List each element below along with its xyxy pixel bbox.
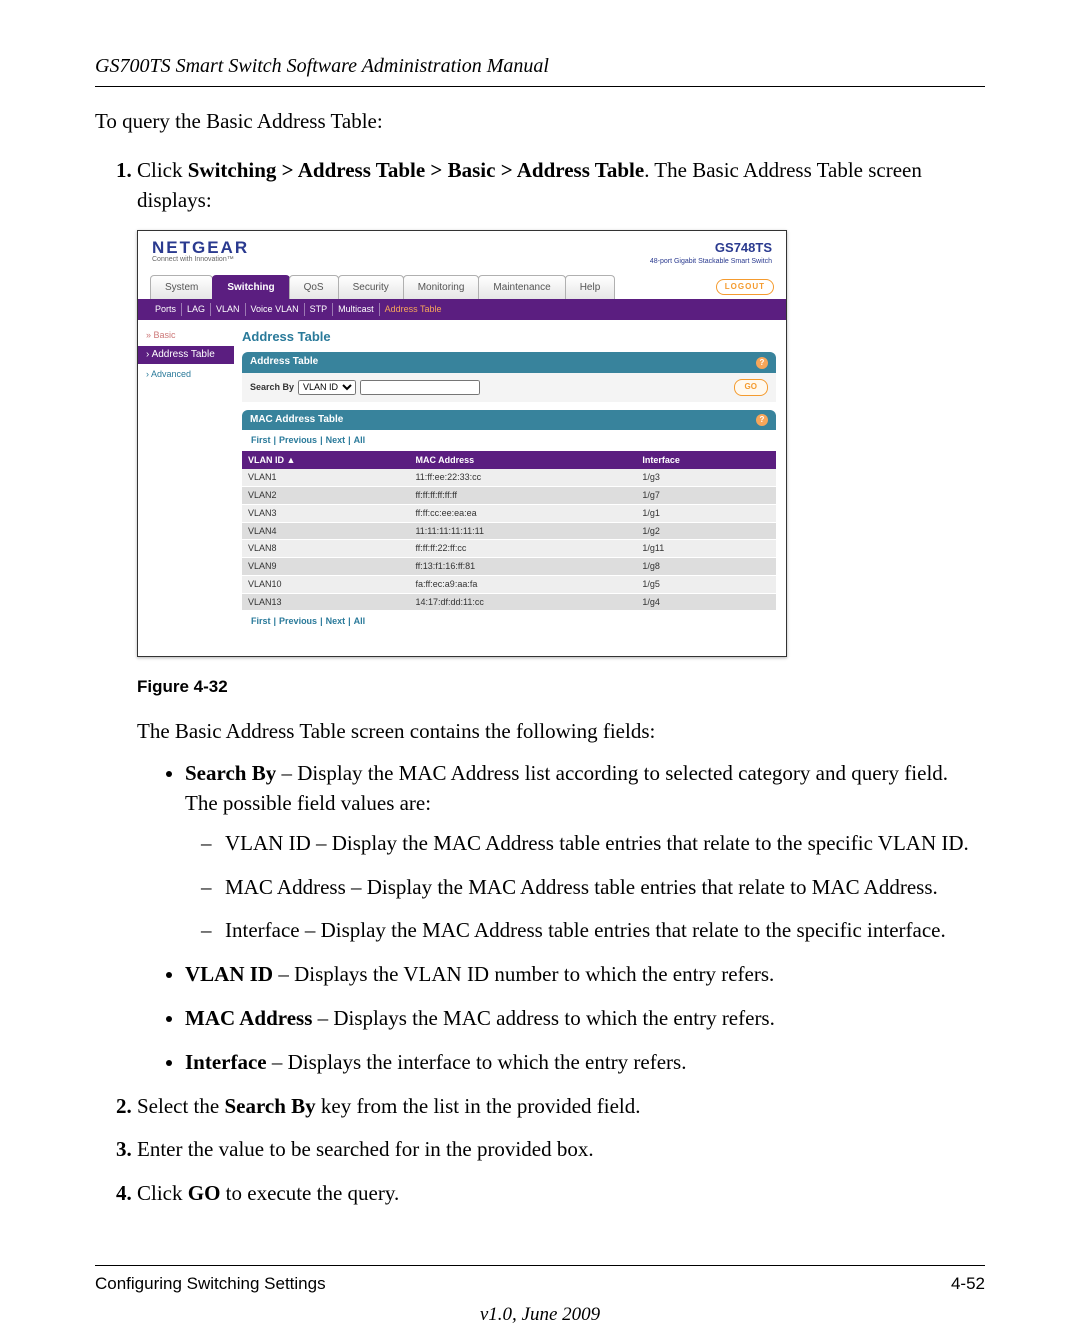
pager-all[interactable]: All [351, 616, 369, 626]
pager-next[interactable]: Next [323, 435, 349, 445]
pager-all[interactable]: All [351, 435, 369, 445]
screenshot-figure: NETGEAR Connect with Innovation™ GS748TS… [137, 230, 787, 658]
field-search-by: Search By – Display the MAC Address list… [185, 759, 975, 946]
sidebar-address-table[interactable]: Address Table [138, 346, 234, 364]
sub-mac-address: MAC Address – Display the MAC Address ta… [225, 873, 975, 903]
sidebar-basic[interactable]: » Basic [138, 326, 234, 345]
search-panel-header: Address Table [250, 355, 318, 369]
intro-text: To query the Basic Address Table: [95, 109, 985, 134]
help-icon[interactable]: ? [756, 357, 768, 369]
subnav-voice-vlan[interactable]: Voice VLAN [246, 303, 305, 316]
post-figure-text: The Basic Address Table screen contains … [137, 717, 975, 747]
brand-logo: NETGEAR Connect with Innovation™ [152, 239, 249, 263]
table-row: VLAN411:11:11:11:11:111/g2 [242, 522, 776, 540]
sub-interface: Interface – Display the MAC Address tabl… [225, 916, 975, 946]
tab-switching[interactable]: Switching [212, 275, 289, 299]
col-mac-address[interactable]: MAC Address [409, 451, 636, 470]
mac-address-table: VLAN ID ▲ MAC Address Interface VLAN111:… [242, 451, 776, 612]
table-row: VLAN111:ff:ee:22:33:cc1/g3 [242, 469, 776, 486]
sub-nav: Ports LAG VLAN Voice VLAN STP Multicast … [138, 299, 786, 320]
go-button[interactable]: GO [734, 379, 768, 396]
footer-version: v1.0, June 2009 [95, 1304, 985, 1326]
footer-rule [95, 1265, 985, 1266]
tab-maintenance[interactable]: Maintenance [478, 275, 565, 299]
subnav-vlan[interactable]: VLAN [211, 303, 246, 316]
subnav-multicast[interactable]: Multicast [333, 303, 380, 316]
mac-panel-header: MAC Address Table [250, 413, 343, 427]
field-mac-address: MAC Address – Displays the MAC address t… [185, 1004, 975, 1034]
panel-title: Address Table [242, 328, 776, 346]
pager-first[interactable]: First [248, 435, 274, 445]
field-vlan-id: VLAN ID – Displays the VLAN ID number to… [185, 960, 975, 990]
sidebar: » Basic Address Table Advanced [138, 320, 234, 656]
table-row: VLAN9ff:13:f1:16:ff:811/g8 [242, 558, 776, 576]
tab-monitoring[interactable]: Monitoring [403, 275, 480, 299]
step-4: Click GO to execute the query. [137, 1179, 975, 1209]
subnav-ports[interactable]: Ports [150, 303, 182, 316]
header-rule [95, 86, 985, 87]
table-row: VLAN3ff:ff:cc:ee:ea:ea1/g1 [242, 504, 776, 522]
tab-help[interactable]: Help [565, 275, 616, 299]
field-interface: Interface – Displays the interface to wh… [185, 1048, 975, 1078]
table-row: VLAN10fa:ff:ec:a9:aa:fa1/g5 [242, 575, 776, 593]
pager-next[interactable]: Next [323, 616, 349, 626]
tab-security[interactable]: Security [338, 275, 404, 299]
sidebar-advanced[interactable]: Advanced [138, 365, 234, 384]
pager-bottom: First|Previous|Next|All [242, 611, 776, 632]
subnav-address-table[interactable]: Address Table [380, 303, 447, 316]
page-header: GS700TS Smart Switch Software Administra… [95, 55, 985, 78]
search-by-label: Search By [250, 381, 294, 394]
sub-vlan-id: VLAN ID – Display the MAC Address table … [225, 829, 975, 859]
mac-table-panel: MAC Address Table ? First|Previous|Next|… [242, 410, 776, 633]
step-2: Select the Search By key from the list i… [137, 1092, 975, 1122]
table-row: VLAN1314:17:df:dd:11:cc1/g4 [242, 593, 776, 611]
search-input[interactable] [360, 380, 480, 395]
subnav-lag[interactable]: LAG [182, 303, 211, 316]
pager-first[interactable]: First [248, 616, 274, 626]
help-icon[interactable]: ? [756, 414, 768, 426]
table-row: VLAN8ff:ff:ff:22:ff:cc1/g11 [242, 540, 776, 558]
col-vlan-id[interactable]: VLAN ID ▲ [242, 451, 409, 470]
subnav-stp[interactable]: STP [305, 303, 334, 316]
step-3: Enter the value to be searched for in th… [137, 1135, 975, 1165]
figure-caption: Figure 4-32 [137, 675, 975, 699]
col-interface[interactable]: Interface [636, 451, 776, 470]
main-tabs: System Switching QoS Security Monitoring… [138, 275, 786, 299]
logout-button[interactable]: LOGOUT [716, 279, 774, 294]
search-by-select[interactable]: VLAN ID [298, 380, 356, 395]
table-row: VLAN2ff:ff:ff:ff:ff:ff1/g7 [242, 487, 776, 505]
nav-path: Switching > Address Table > Basic > Addr… [188, 158, 644, 182]
pager-prev[interactable]: Previous [276, 435, 320, 445]
pager-prev[interactable]: Previous [276, 616, 320, 626]
sort-arrow-icon: ▲ [287, 455, 296, 465]
pager-top: First|Previous|Next|All [242, 430, 776, 451]
footer-right: 4-52 [951, 1274, 985, 1294]
model-label: GS748TS 48-port Gigabit Stackable Smart … [650, 239, 772, 267]
footer-left: Configuring Switching Settings [95, 1274, 326, 1294]
search-panel: Address Table ? Search By VLAN ID GO [242, 352, 776, 401]
tab-qos[interactable]: QoS [289, 275, 339, 299]
step-1: Click Switching > Address Table > Basic … [137, 156, 975, 1078]
tab-system[interactable]: System [150, 275, 213, 299]
